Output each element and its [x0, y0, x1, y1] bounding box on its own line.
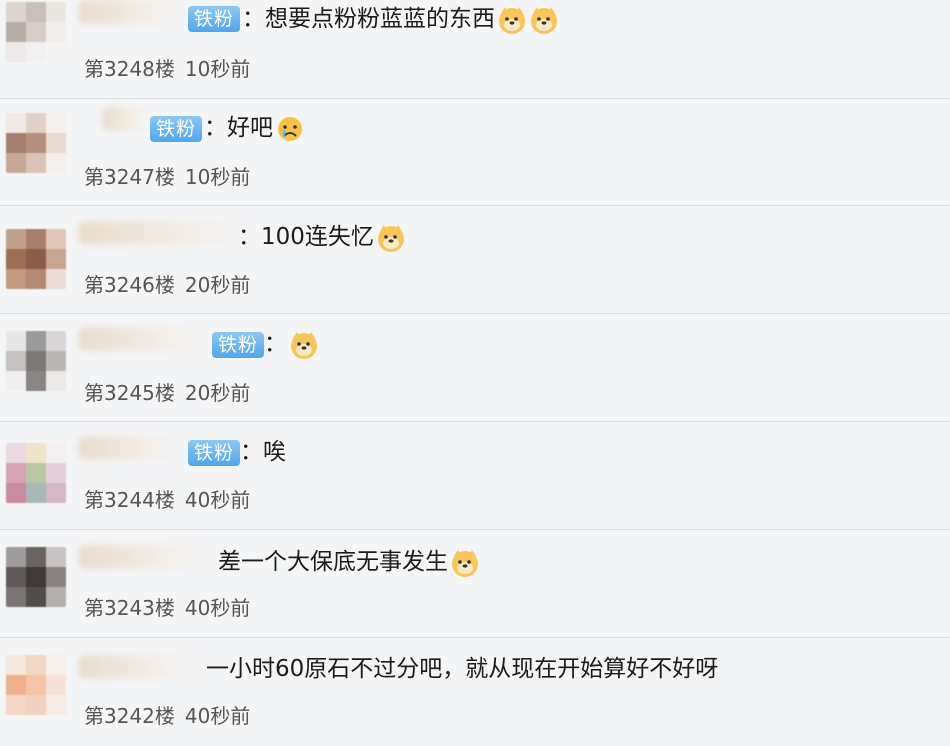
floor-number: 第3243楼	[84, 596, 175, 620]
comment-text: ：	[264, 329, 319, 360]
comment-text: ：想要点粉粉蓝蓝的东西	[242, 4, 559, 35]
username-blurred[interactable]	[78, 327, 208, 351]
floor-info: 第3246楼 20秒前	[84, 269, 260, 298]
post-time: 20秒前	[184, 381, 251, 405]
comment-text: ：唉	[240, 437, 286, 467]
username-blurred[interactable]	[78, 436, 182, 460]
comment-row: 铁粉 ：想要点粉粉蓝蓝的东西 第3248楼 10秒前	[0, 0, 950, 99]
avatar[interactable]	[6, 655, 66, 715]
comment-text: ：100连失忆	[238, 222, 406, 253]
floor-info: 第3242楼 40秒前	[84, 700, 260, 729]
floor-info: 第3248楼 10秒前	[84, 53, 260, 82]
comment-row: 铁粉 ： 第3245楼 20秒前	[0, 315, 950, 422]
comment-row: ：100连失忆 第3246楼 20秒前	[0, 207, 950, 314]
iron-fan-badge: 铁粉	[212, 332, 265, 358]
username-blurred[interactable]	[78, 221, 248, 245]
comment-row: 铁粉 ：唉 第3244楼 40秒前	[0, 423, 950, 530]
comment-text: 差一个大保底无事发生	[218, 547, 480, 578]
comment-text-content: ：好吧	[204, 115, 273, 141]
comment-text-content: ：	[264, 331, 287, 357]
username-blurred[interactable]	[78, 545, 208, 569]
comment-text: 一小时60原石不过分吧，就从现在开始算好不好呀	[206, 654, 718, 684]
doge-emoji	[377, 224, 404, 252]
post-time: 40秒前	[184, 596, 251, 620]
comment-text-content: 差一个大保底无事发生	[218, 549, 448, 575]
comment-text-content: ：100连失忆	[238, 224, 374, 250]
floor-number: 第3246楼	[84, 273, 175, 297]
avatar[interactable]	[6, 113, 66, 173]
comment-row: 铁粉 ：好吧 第3247楼 10秒前	[0, 99, 950, 206]
doge-emoji	[291, 331, 317, 359]
floor-info: 第3247楼 10秒前	[84, 161, 260, 190]
username-blurred[interactable]	[102, 107, 148, 131]
post-time: 40秒前	[184, 704, 251, 728]
floor-info: 第3243楼 40秒前	[84, 592, 260, 621]
username-blurred[interactable]	[78, 0, 184, 24]
post-time: 10秒前	[184, 57, 251, 81]
iron-fan-badge: 铁粉	[188, 6, 241, 32]
avatar[interactable]	[6, 331, 66, 391]
avatar[interactable]	[6, 443, 66, 503]
avatar[interactable]	[6, 2, 66, 62]
comment-list: 铁粉 ：想要点粉粉蓝蓝的东西 第3248楼 10秒前 铁粉 ：好吧 第3247楼 1…	[0, 0, 950, 742]
doge-emoji	[531, 6, 557, 34]
comment-row: 一小时60原石不过分吧，就从现在开始算好不好呀 第3242楼 40秒前	[0, 639, 950, 746]
doge-emoji	[499, 6, 525, 34]
floor-number: 第3247楼	[84, 165, 175, 189]
username-blurred[interactable]	[78, 655, 198, 679]
post-time: 40秒前	[184, 488, 251, 512]
floor-number: 第3242楼	[84, 704, 175, 728]
iron-fan-badge: 铁粉	[188, 440, 241, 466]
comment-text-content: ：唉	[240, 439, 286, 465]
floor-number: 第3248楼	[84, 57, 175, 81]
comment-text: ：好吧	[204, 113, 305, 144]
post-time: 10秒前	[184, 165, 251, 189]
comment-row: 差一个大保底无事发生 第3243楼 40秒前	[0, 531, 950, 638]
avatar[interactable]	[6, 547, 66, 607]
floor-info: 第3244楼 40秒前	[84, 484, 260, 513]
post-time: 20秒前	[184, 273, 251, 297]
comment-text-content: 一小时60原石不过分吧，就从现在开始算好不好呀	[206, 656, 719, 682]
floor-number: 第3244楼	[84, 488, 175, 512]
floor-info: 第3245楼 20秒前	[84, 377, 260, 406]
iron-fan-badge: 铁粉	[150, 116, 203, 142]
sad-face-emoji	[278, 116, 302, 141]
comment-text-content: ：想要点粉粉蓝蓝的东西	[242, 6, 495, 32]
avatar[interactable]	[6, 229, 66, 289]
doge-emoji	[452, 549, 478, 577]
floor-number: 第3245楼	[84, 381, 175, 405]
